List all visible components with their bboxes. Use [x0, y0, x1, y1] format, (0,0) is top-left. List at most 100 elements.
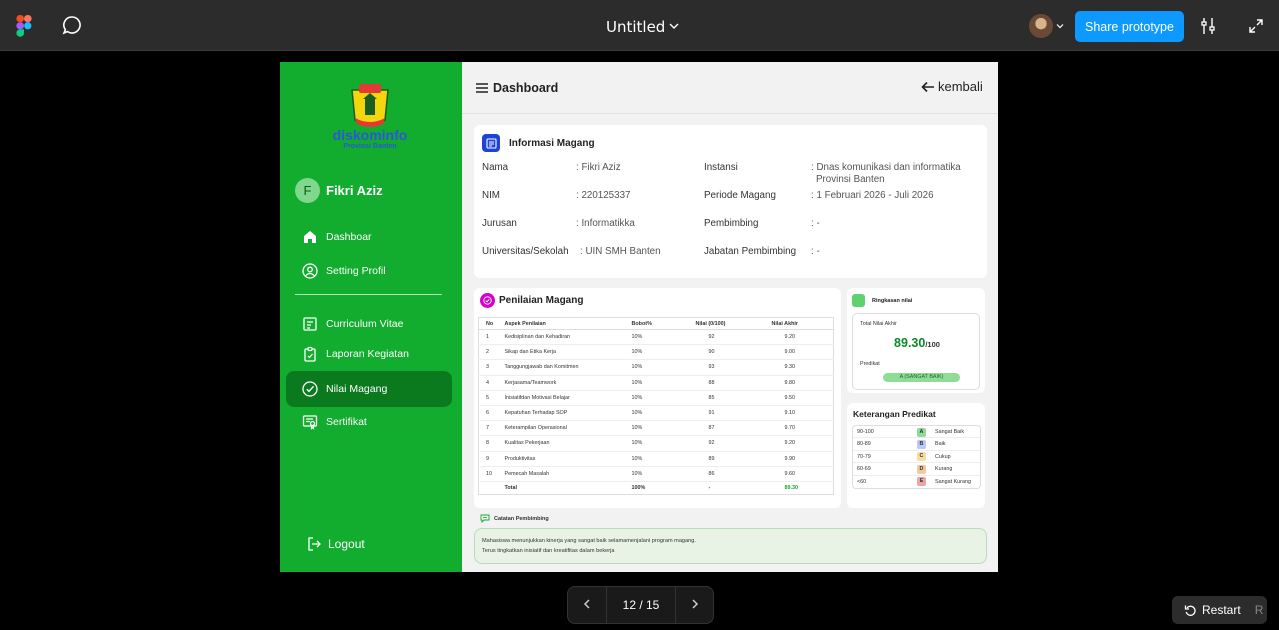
- check-badge-icon: [480, 293, 495, 308]
- restart-icon: [1184, 605, 1196, 616]
- sidebar-item-nilai-magang[interactable]: Nilai Magang: [286, 371, 452, 407]
- next-button[interactable]: [675, 587, 714, 623]
- range-label: 90-100: [857, 429, 874, 435]
- table-cell: 92: [688, 435, 765, 452]
- field-label: Jabatan Pembimbing: [704, 246, 797, 257]
- table-cell: 10%: [624, 435, 689, 452]
- figma-logo-icon[interactable]: [15, 15, 33, 37]
- grade-badge: D: [917, 464, 926, 474]
- list-item: <60 E Sangat Kurang: [853, 476, 980, 488]
- table-cell: 10%: [624, 451, 689, 467]
- table-cell: 9.10: [764, 405, 834, 422]
- keterangan-predikat-card: Keterangan Predikat 90-100 A Sangat Baik 80…: [847, 403, 985, 508]
- main-content: Dashboard kembali Informasi Magang Nama …: [462, 62, 998, 572]
- share-prototype-button[interactable]: Share prototype: [1075, 11, 1184, 42]
- table-cell: 100%: [631, 484, 646, 491]
- predikat-list: 90-100 A Sangat Baik 80-89 B Baik 70-79 C Cukup 6…: [852, 425, 981, 489]
- table-cell: 10%: [624, 329, 689, 346]
- table-cell: 9.30: [764, 359, 834, 376]
- table-cell: 89: [688, 451, 765, 467]
- table-cell: 9.20: [764, 329, 834, 346]
- restart-button[interactable]: Restart R: [1172, 596, 1267, 624]
- comment-icon[interactable]: [62, 15, 82, 35]
- file-title[interactable]: Untitled: [606, 18, 665, 36]
- table-total-row: Total 100% - 89.30: [479, 481, 834, 494]
- table-row: 2 Sikap dan Etika Kerja 10% 90 9.00: [478, 344, 834, 361]
- document-icon: [482, 134, 500, 152]
- chevron-down-icon[interactable]: [668, 20, 680, 32]
- score-max: /100: [925, 340, 940, 349]
- prototype-frame: diskominfo Provinsi Banten F Fikri Aziz …: [280, 62, 998, 572]
- catatan-title: Catatan Pembimbing: [494, 515, 549, 522]
- sidebar-item-sertifikat[interactable]: Sertifikat: [286, 405, 452, 438]
- restart-label: Restart: [1202, 603, 1241, 617]
- field-value: : UIN SMH Banten: [580, 246, 661, 257]
- back-button[interactable]: kembali: [921, 79, 983, 94]
- table-row: 6 Kepatuhan Terhadap SOP 10% 91 9.10: [478, 405, 834, 422]
- check-circle-icon: [302, 381, 318, 397]
- field-label: Periode Magang: [704, 190, 776, 201]
- table-cell: 9.90: [764, 451, 834, 467]
- sidebar-item-curriculum-vitae[interactable]: Curriculum Vitae: [286, 307, 452, 340]
- certificate-icon: [302, 414, 318, 430]
- field-label: Pembimbing: [704, 218, 759, 229]
- table-cell: 10%: [624, 466, 689, 482]
- sidebar: diskominfo Provinsi Banten F Fikri Aziz …: [280, 62, 462, 572]
- sidebar-item-laporan-kegiatan[interactable]: Laporan Kegiatan: [286, 337, 452, 370]
- card-header: Informasi Magang: [482, 134, 595, 152]
- table-cell: 10%: [624, 359, 689, 376]
- grade-badge: A: [917, 427, 926, 437]
- table-cell: 91: [688, 405, 765, 422]
- table-cell: Kedisiplinan dan Kehadiran: [497, 329, 625, 346]
- score-box: Total Nilai Akhir 89.30/100 Predikat A (…: [852, 313, 980, 390]
- table-row: 5 Inisiatifdan Motivasi Belajar 10% 85 9.50: [478, 390, 834, 406]
- penilaian-table: No Aspek Penilaian Bobot% Nilai (0/100) …: [478, 317, 834, 495]
- range-label: 70-79: [857, 453, 871, 460]
- field-value: : -: [811, 246, 820, 257]
- card-header: Penilaian Magang: [480, 293, 583, 308]
- informasi-magang-card: Informasi Magang Nama : Fikri Aziz NIM :…: [474, 125, 987, 278]
- slide-pager: 12 / 15: [567, 586, 714, 624]
- sidebar-divider: [295, 294, 442, 295]
- card-title: Penilaian Magang: [499, 295, 584, 306]
- column-header: Nilai Akhir: [764, 317, 834, 330]
- table-cell: Inisiatifdan Motivasi Belajar: [497, 390, 625, 406]
- logout-label: Logout: [328, 537, 365, 551]
- hamburger-menu-icon[interactable]: [475, 82, 489, 94]
- table-cell: Kerjasama/Teamwork: [497, 375, 625, 391]
- back-label: kembali: [938, 79, 983, 94]
- table-cell: 10%: [624, 420, 689, 437]
- table-cell: 2: [478, 344, 498, 361]
- field-label: Universitas/Sekolah: [482, 246, 569, 257]
- table-cell: 8: [478, 435, 498, 452]
- table-cell: 92: [688, 329, 765, 346]
- ringkasan-nilai-card: Ringkasan nilai Total Nilai Akhir 89.30/…: [847, 288, 985, 393]
- table-cell: -: [708, 484, 711, 491]
- table-cell: 9.60: [764, 466, 834, 482]
- table-cell: Tanggungjawab dan Komitmen: [497, 359, 625, 376]
- avatar[interactable]: [1029, 14, 1053, 38]
- field-label: NIM: [482, 190, 500, 201]
- total-label: Total Nilai Akhir: [860, 321, 897, 327]
- table-row: 9 Produktivitas 10% 89 9.90: [478, 451, 834, 467]
- chevron-down-icon[interactable]: [1056, 22, 1064, 30]
- logout-button[interactable]: Logout: [306, 536, 365, 552]
- table-cell: Total: [504, 484, 517, 491]
- user-name: Fikri Aziz: [326, 183, 383, 198]
- table-cell: [479, 481, 498, 494]
- sidebar-item-setting-profil[interactable]: Setting Profil: [286, 254, 452, 287]
- header: Dashboard kembali: [462, 62, 998, 114]
- table-row: 8 Kualitas Pekerjaan 10% 92 9.20: [478, 435, 834, 452]
- predikat-label: Predikat: [860, 361, 880, 367]
- card-title: Informasi Magang: [509, 137, 595, 149]
- previous-button[interactable]: [568, 587, 607, 623]
- table-cell: 6: [478, 405, 498, 422]
- catatan-line: Terus tingkatkan inisiatif dan kreatifit…: [482, 547, 615, 554]
- grade-badge: C: [917, 452, 926, 462]
- grade-badge: B: [917, 439, 926, 449]
- page-title: Dashboard: [493, 81, 559, 95]
- table-cell: 85: [688, 390, 765, 406]
- settings-sliders-icon[interactable]: [1199, 17, 1217, 35]
- fullscreen-icon[interactable]: [1248, 18, 1264, 34]
- sidebar-item-dashboard[interactable]: Dashboar: [286, 220, 452, 253]
